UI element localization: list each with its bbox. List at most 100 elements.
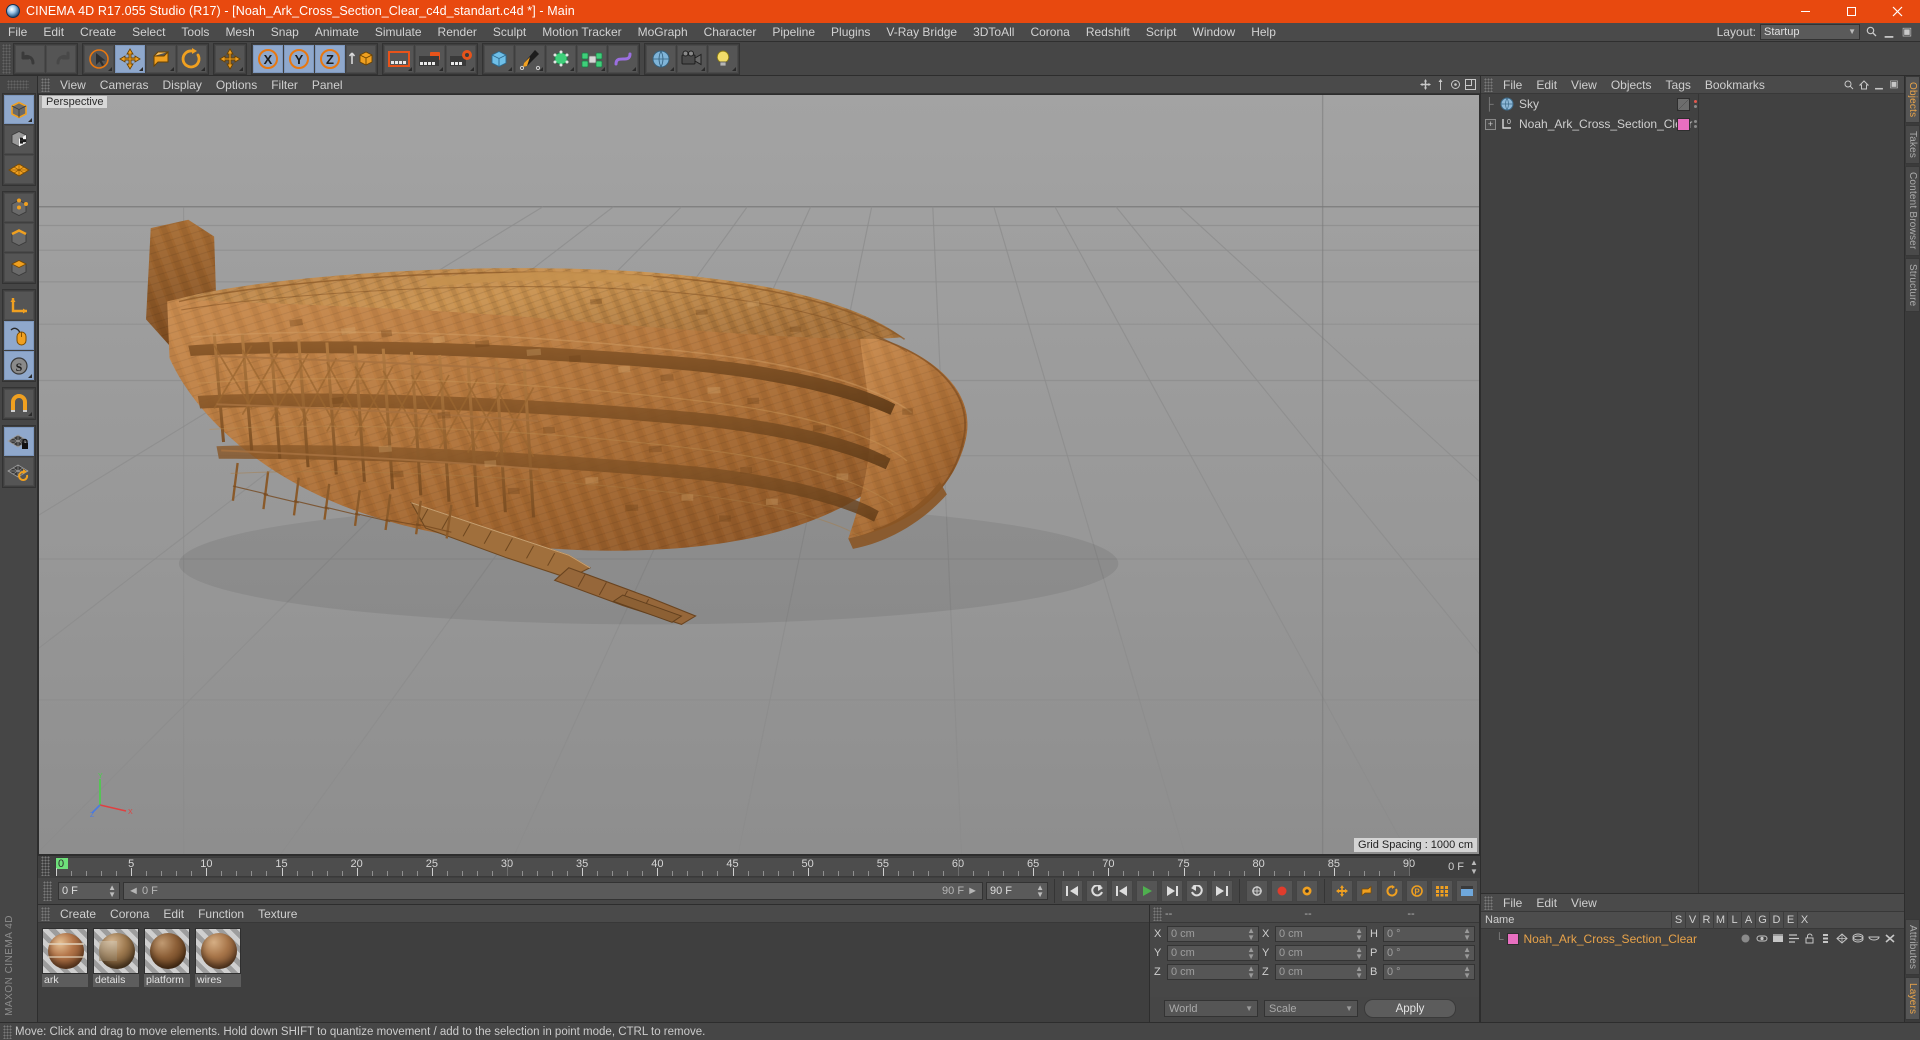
- noah-ark-model[interactable]: [38, 94, 1480, 855]
- object-row-noah-ark[interactable]: + 0 Noah_Ark_Cross_Section_Clear: [1481, 114, 1698, 134]
- keyframe-selection-button[interactable]: [1296, 880, 1318, 902]
- material-item-ark[interactable]: ark: [42, 928, 88, 987]
- live-selection-button[interactable]: [84, 44, 114, 73]
- stepper-icon[interactable]: ▲ ▼: [1247, 965, 1255, 980]
- polygon-grid-mode-button[interactable]: [3, 155, 34, 184]
- polygons-mode-button[interactable]: [3, 253, 34, 282]
- column-r[interactable]: R: [1699, 911, 1713, 929]
- left-toolbar-grip[interactable]: [6, 80, 29, 90]
- menu-vray-bridge[interactable]: V-Ray Bridge: [878, 22, 965, 42]
- tab-content-browser[interactable]: Content Browser: [1905, 166, 1920, 256]
- tab-objects[interactable]: Objects: [1905, 76, 1920, 124]
- rotate-view-icon[interactable]: [1449, 79, 1461, 91]
- viewport-menu-grip[interactable]: [41, 77, 50, 92]
- column-l[interactable]: L: [1727, 911, 1741, 929]
- render-settings-button[interactable]: [446, 44, 476, 73]
- texture-mode-button[interactable]: [3, 125, 34, 154]
- minimize-panel-icon[interactable]: ▁: [1882, 25, 1896, 39]
- object-tree[interactable]: ├ Sky + 0 Noah_Ark_Cross_Section_Clear: [1481, 94, 1699, 893]
- size-z-field[interactable]: 0 cm ▲ ▼: [1275, 964, 1367, 980]
- add-deformer-button[interactable]: [608, 44, 638, 73]
- autokey-button[interactable]: [1246, 880, 1268, 902]
- material-thumbnail[interactable]: [93, 928, 139, 974]
- object-menu-edit[interactable]: Edit: [1529, 76, 1564, 94]
- perspective-viewport[interactable]: Perspective Y X Z Grid Spacing : 1000 cm: [38, 94, 1480, 855]
- lock-workplane-button[interactable]: [3, 427, 34, 456]
- viewport-menu-panel[interactable]: Panel: [305, 76, 350, 94]
- column-d[interactable]: D: [1769, 911, 1783, 929]
- maximize-view-icon[interactable]: [1464, 79, 1476, 91]
- material-tag-icon[interactable]: [1677, 117, 1690, 131]
- cap-icon[interactable]: [1867, 932, 1880, 945]
- viewport-solo-button[interactable]: [3, 321, 34, 350]
- rotation-h-field[interactable]: 0 ° ▲ ▼: [1383, 926, 1475, 942]
- render-to-picture-viewer-button[interactable]: [415, 44, 445, 73]
- menu-create[interactable]: Create: [72, 22, 124, 42]
- menu-snap[interactable]: Snap: [263, 22, 307, 42]
- coordinate-system-select[interactable]: World ▼: [1164, 1000, 1258, 1017]
- workplane-rotate-button[interactable]: [3, 457, 34, 486]
- apply-button[interactable]: Apply: [1364, 999, 1456, 1018]
- maximize-panel-icon[interactable]: ▣: [1900, 25, 1914, 39]
- tab-takes[interactable]: Takes: [1905, 125, 1920, 165]
- minimize-icon[interactable]: ▁: [1873, 79, 1885, 91]
- model-mode-button[interactable]: [3, 95, 34, 124]
- column-a[interactable]: A: [1741, 911, 1755, 929]
- menu-mesh[interactable]: Mesh: [217, 22, 262, 42]
- xpresso-icon[interactable]: [1883, 932, 1896, 945]
- object-manager-grip[interactable]: [1484, 77, 1493, 92]
- rotate-tool-button[interactable]: [177, 44, 207, 73]
- snap-magnet-button[interactable]: [3, 389, 34, 418]
- menu-animate[interactable]: Animate: [307, 22, 367, 42]
- status-bar-grip[interactable]: [3, 1024, 12, 1039]
- rotation-p-field[interactable]: 0 ° ▲ ▼: [1383, 945, 1475, 961]
- move-tool-button[interactable]: [115, 44, 145, 73]
- move-duplicate-button[interactable]: [215, 44, 245, 73]
- next-keyframe-button[interactable]: [1186, 880, 1208, 902]
- add-nurbs-button[interactable]: [546, 44, 576, 73]
- stepper-icon[interactable]: ▲ ▼: [1355, 927, 1363, 942]
- column-x[interactable]: X: [1797, 911, 1811, 929]
- object-menu-file[interactable]: File: [1496, 76, 1529, 94]
- column-s[interactable]: S: [1671, 911, 1685, 929]
- rotation-b-field[interactable]: 0 ° ▲ ▼: [1383, 964, 1475, 980]
- layer-menu-edit[interactable]: Edit: [1529, 894, 1564, 912]
- menu-edit[interactable]: Edit: [35, 22, 72, 42]
- column-v[interactable]: V: [1685, 911, 1699, 929]
- object-menu-tags[interactable]: Tags: [1659, 76, 1698, 94]
- home-icon[interactable]: [1858, 79, 1870, 91]
- lock-open-icon[interactable]: [1803, 932, 1816, 945]
- viewport-menu-options[interactable]: Options: [209, 76, 264, 94]
- material-menu-create[interactable]: Create: [53, 905, 103, 923]
- menu-3dtoall[interactable]: 3DToAll: [965, 22, 1022, 42]
- menu-file[interactable]: File: [0, 22, 35, 42]
- toolbar-grip[interactable]: [2, 43, 11, 74]
- menu-sculpt[interactable]: Sculpt: [485, 22, 534, 42]
- stepper-icon[interactable]: ▲ ▼: [1247, 927, 1255, 942]
- menu-script[interactable]: Script: [1138, 22, 1185, 42]
- lock-x-axis-button[interactable]: X: [253, 44, 283, 73]
- layer-menu-file[interactable]: File: [1496, 894, 1529, 912]
- material-manager-grip[interactable]: [41, 906, 50, 921]
- layout-select[interactable]: Startup ▼: [1760, 23, 1860, 40]
- preview-range-slider[interactable]: ◄ 0 F 90 F ►: [123, 882, 983, 900]
- point-level-animation-button[interactable]: [1431, 880, 1453, 902]
- motion-icon[interactable]: [1787, 932, 1800, 945]
- lock-z-axis-button[interactable]: Z: [315, 44, 345, 73]
- edges-mode-button[interactable]: [3, 223, 34, 252]
- menu-mograph[interactable]: MoGraph: [630, 22, 696, 42]
- size-y-field[interactable]: 0 cm ▲ ▼: [1275, 945, 1367, 961]
- maximize-button[interactable]: [1828, 0, 1874, 22]
- position-y-field[interactable]: 0 cm ▲ ▼: [1167, 945, 1259, 961]
- workplane-button[interactable]: S: [3, 351, 34, 380]
- menu-help[interactable]: Help: [1243, 22, 1284, 42]
- render-icon[interactable]: [1771, 932, 1784, 945]
- stepper-icon[interactable]: ▲ ▼: [1463, 965, 1471, 980]
- timeline-frame-stepper[interactable]: ▲ ▼: [1468, 856, 1480, 878]
- material-item-details[interactable]: details: [93, 928, 139, 987]
- timeline-track[interactable]: 051015202530354045505560657075808590: [55, 857, 1415, 877]
- expand-toggle-icon[interactable]: +: [1485, 118, 1496, 130]
- add-camera-button[interactable]: [677, 44, 707, 73]
- record-active-objects-button[interactable]: [1271, 880, 1293, 902]
- menu-window[interactable]: Window: [1185, 22, 1244, 42]
